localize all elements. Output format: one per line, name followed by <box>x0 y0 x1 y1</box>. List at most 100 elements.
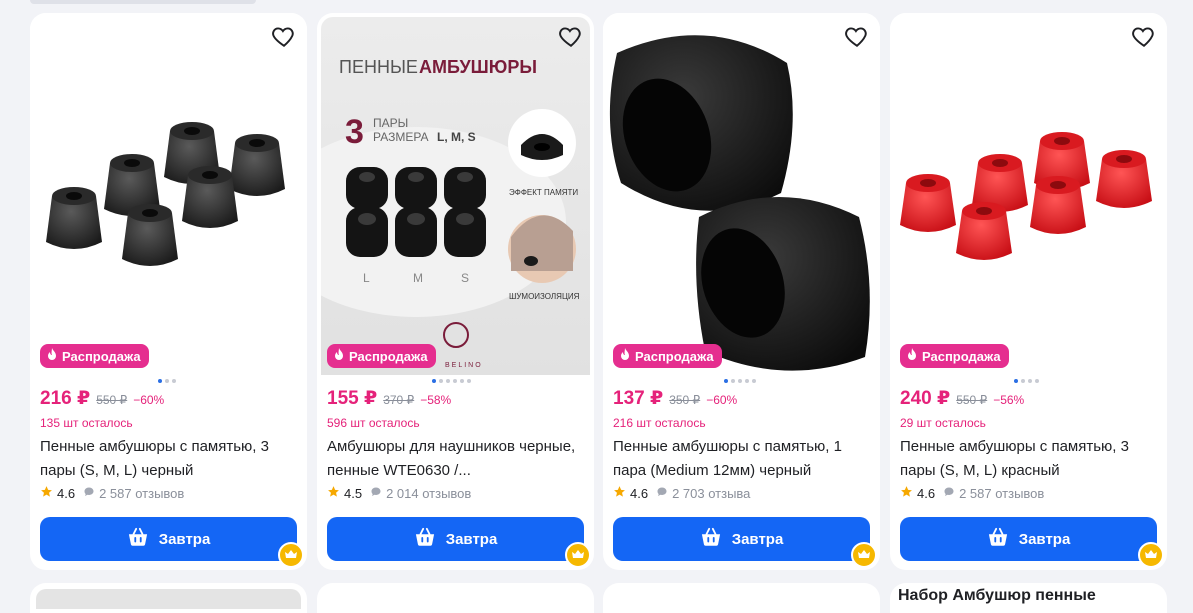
reviews[interactable]: 2 587 отзывов <box>943 486 1044 501</box>
sale-badge-label: Распродажа <box>62 348 141 364</box>
discount: −60% <box>706 393 738 407</box>
fire-icon <box>619 348 631 364</box>
promo-size-s: S <box>461 271 469 285</box>
add-to-cart-label: Завтра <box>445 530 498 548</box>
price: 240 ₽ <box>900 388 951 409</box>
reviews-count: 2 014 отзывов <box>386 485 472 501</box>
add-to-cart-button[interactable]: Завтра <box>40 517 297 561</box>
basket-icon <box>127 527 149 551</box>
heart-icon[interactable] <box>1131 23 1157 49</box>
stock-left: 216 шт осталось <box>613 416 706 430</box>
add-to-cart-button[interactable]: Завтра <box>327 517 584 561</box>
price: 216 ₽ <box>40 388 91 409</box>
next-product-card[interactable] <box>317 583 594 613</box>
next-product-card[interactable] <box>30 583 307 613</box>
comment-icon <box>370 486 382 501</box>
product-card[interactable]: Распродажа 216 ₽ 550 ₽ −60% 135 шт остал… <box>30 13 307 570</box>
fire-icon <box>906 348 918 364</box>
star-icon <box>327 485 340 501</box>
rating: 4.5 2 014 отзывов <box>327 485 471 501</box>
rating-value: 4.5 <box>344 485 363 501</box>
sale-badge: Распродажа <box>613 344 722 368</box>
top-bar-edge <box>30 0 256 4</box>
reviews-count: 2 703 отзыва <box>672 485 751 501</box>
basket-icon <box>700 527 722 551</box>
product-card[interactable]: Распродажа 137 ₽ 350 ₽ −60% 216 шт остал… <box>603 13 880 570</box>
discount: −56% <box>993 393 1025 407</box>
add-to-cart-button[interactable]: Завтра <box>613 517 870 561</box>
reviews[interactable]: 2 014 отзывов <box>370 486 471 501</box>
promo-count: 3 <box>345 113 364 151</box>
product-image[interactable] <box>890 13 1167 375</box>
product-card[interactable]: Распродажа 240 ₽ 550 ₽ −56% 29 шт остало… <box>890 13 1167 570</box>
add-to-cart-label: Завтра <box>158 530 211 548</box>
discount: −58% <box>420 393 452 407</box>
rating: 4.6 2 587 отзывов <box>40 485 184 501</box>
product-title[interactable]: Пенные амбушюры с памятью, 3 пары (S, M,… <box>900 435 1158 483</box>
rating-value: 4.6 <box>917 485 936 501</box>
sale-badge-label: Распродажа <box>922 348 1001 364</box>
sale-badge: Распродажа <box>40 344 149 368</box>
price: 137 ₽ <box>613 388 664 409</box>
comment-icon <box>83 486 95 501</box>
stock-left: 596 шт осталось <box>327 416 420 430</box>
image-pager[interactable] <box>1014 379 1039 383</box>
promo-feature-noise: ШУМОИЗОЛЯЦИЯ <box>509 292 580 301</box>
product-image[interactable] <box>603 13 880 375</box>
basket-icon <box>987 527 1009 551</box>
next-product-card[interactable]: Набор Амбушюр пенные <box>890 583 1167 613</box>
product-title[interactable]: Пенные амбушюры с памятью, 1 пара (Mediu… <box>613 435 871 483</box>
promo-heading-light: ПЕННЫЕ <box>339 57 418 77</box>
promo-size-l: L <box>363 271 370 285</box>
price: 155 ₽ <box>327 388 378 409</box>
promo-size-m: M <box>413 271 423 285</box>
crown-icon <box>278 542 304 568</box>
old-price: 550 ₽ <box>96 393 128 407</box>
price-row: 137 ₽ 350 ₽ −60% <box>613 387 737 410</box>
add-to-cart-button[interactable]: Завтра <box>900 517 1157 561</box>
promo-heading-bold: АМБУШЮРЫ <box>419 57 537 77</box>
star-icon <box>900 485 913 501</box>
reviews[interactable]: 2 587 отзывов <box>83 486 184 501</box>
fire-icon <box>333 348 345 364</box>
heart-icon[interactable] <box>558 23 584 49</box>
next-product-card[interactable] <box>603 583 880 613</box>
sale-badge: Распродажа <box>327 344 436 368</box>
image-pager[interactable] <box>158 379 176 383</box>
product-card[interactable]: ПЕННЫЕ АМБУШЮРЫ 3 ПАРЫ РАЗМЕРА L, M, S L… <box>317 13 594 570</box>
old-price: 370 ₽ <box>383 393 415 407</box>
next-product-image[interactable] <box>36 589 301 609</box>
rating: 4.6 2 703 отзыва <box>613 485 750 501</box>
crown-icon <box>565 542 591 568</box>
sale-badge-label: Распродажа <box>349 348 428 364</box>
star-icon <box>613 485 626 501</box>
reviews-count: 2 587 отзывов <box>99 485 185 501</box>
reviews[interactable]: 2 703 отзыва <box>656 486 750 501</box>
product-image[interactable] <box>30 13 307 375</box>
product-image[interactable]: ПЕННЫЕ АМБУШЮРЫ 3 ПАРЫ РАЗМЕРА L, M, S L… <box>321 17 590 375</box>
comment-icon <box>656 486 668 501</box>
sale-badge: Распродажа <box>900 344 1009 368</box>
basket-icon <box>414 527 436 551</box>
product-title[interactable]: Пенные амбушюры с памятью, 3 пары (S, M,… <box>40 435 298 483</box>
product-title[interactable]: Амбушюры для наушников черные, пенные WT… <box>327 435 585 483</box>
add-to-cart-label: Завтра <box>1018 530 1071 548</box>
promo-brand: BELINO <box>445 362 483 369</box>
reviews-count: 2 587 отзывов <box>959 485 1045 501</box>
stock-left: 29 шт осталось <box>900 416 986 430</box>
next-product-title: Набор Амбушюр пенные <box>898 587 1096 604</box>
heart-icon[interactable] <box>271 23 297 49</box>
crown-icon <box>851 542 877 568</box>
old-price: 350 ₽ <box>669 393 701 407</box>
old-price: 550 ₽ <box>956 393 988 407</box>
discount: −60% <box>133 393 165 407</box>
add-to-cart-label: Завтра <box>731 530 784 548</box>
rating: 4.6 2 587 отзывов <box>900 485 1044 501</box>
promo-pairs-label: ПАРЫ <box>373 116 408 130</box>
star-icon <box>40 485 53 501</box>
heart-icon[interactable] <box>844 23 870 49</box>
fire-icon <box>46 348 58 364</box>
image-pager[interactable] <box>432 379 471 383</box>
comment-icon <box>943 486 955 501</box>
image-pager[interactable] <box>724 379 756 383</box>
